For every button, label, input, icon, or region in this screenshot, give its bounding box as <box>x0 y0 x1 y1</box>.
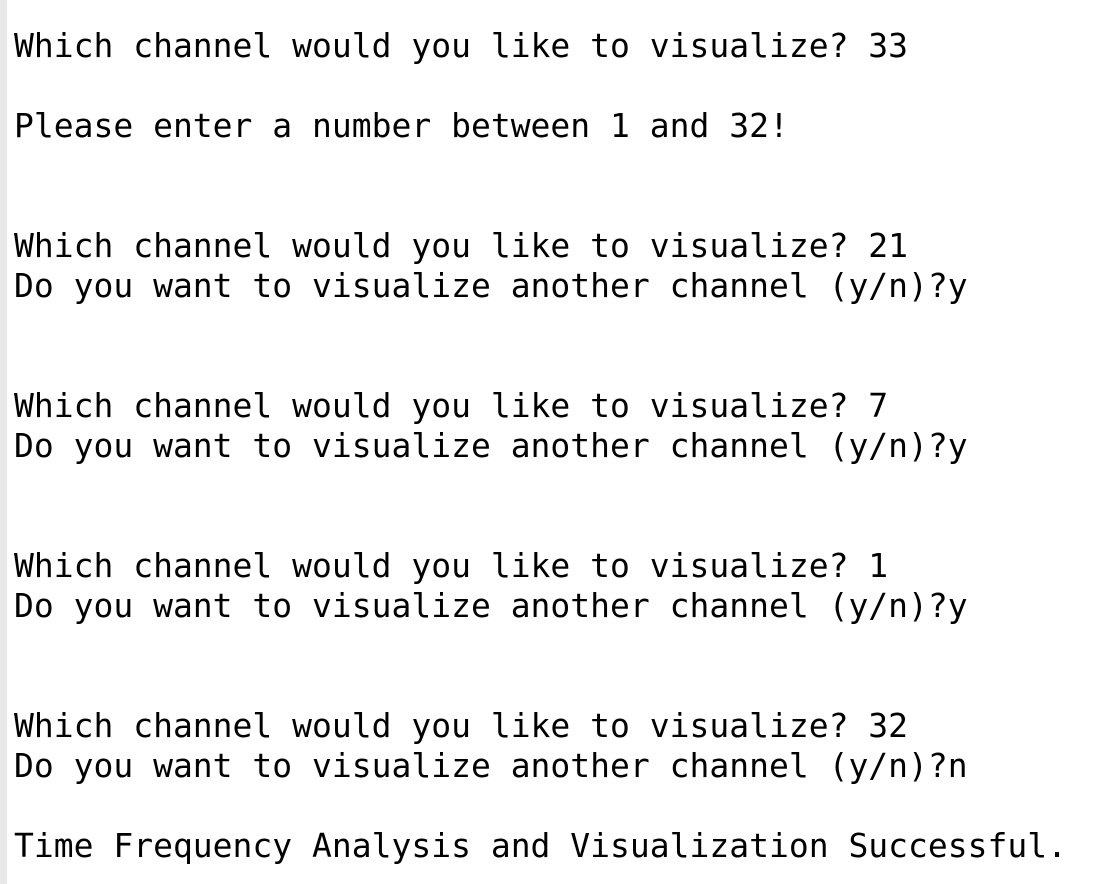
console-output[interactable]: Which channel would you like to visualiz… <box>0 0 1116 884</box>
console-line-channel-prompt: Which channel would you like to visualiz… <box>14 706 909 745</box>
console-line-channel-prompt: Which channel would you like to visualiz… <box>14 226 909 265</box>
console-line-channel-prompt: Which channel would you like to visualiz… <box>14 386 889 425</box>
console-line-continue-prompt: Do you want to visualize another channel… <box>14 586 968 625</box>
console-line-channel-prompt: Which channel would you like to visualiz… <box>14 26 909 65</box>
console-line-continue-prompt: Do you want to visualize another channel… <box>14 266 968 305</box>
console-line-continue-prompt: Do you want to visualize another channel… <box>14 426 968 465</box>
console-line-success-message: Time Frequency Analysis and Visualizatio… <box>14 826 1067 865</box>
console-line-continue-prompt: Do you want to visualize another channel… <box>14 746 968 785</box>
console-line-error-message: Please enter a number between 1 and 32! <box>14 106 789 145</box>
console-line-channel-prompt: Which channel would you like to visualiz… <box>14 546 889 585</box>
